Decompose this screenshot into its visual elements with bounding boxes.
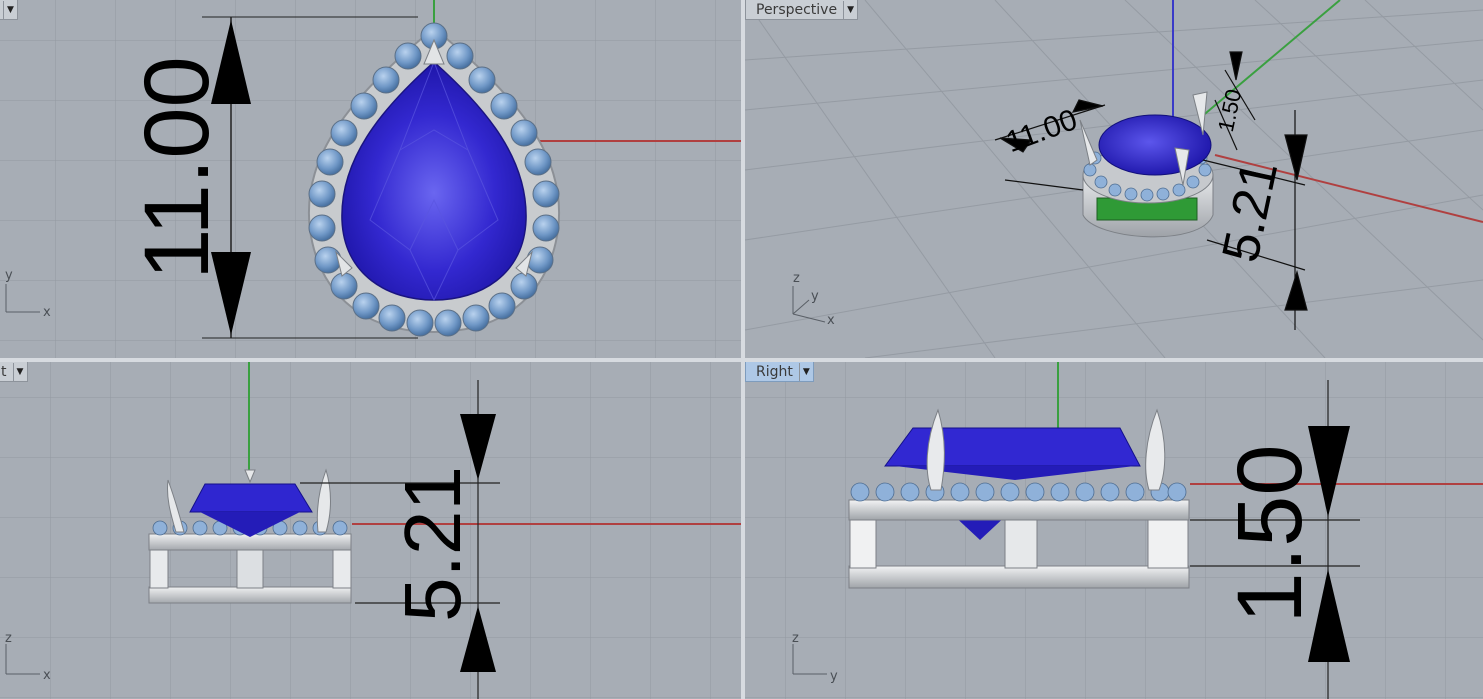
axis-x-label: x [827, 313, 835, 328]
viewport-tab-label: Perspective [756, 1, 838, 18]
right-view-scene: 1.50 z y [745, 362, 1483, 699]
dimension-text: 5.21 [388, 466, 477, 622]
viewport-tab-front[interactable]: t ▼ [0, 362, 28, 382]
chevron-down-icon[interactable]: ▼ [843, 0, 857, 19]
axis-y-label: y [811, 289, 819, 304]
viewport-tab-label: t [1, 363, 7, 380]
chevron-down-icon[interactable]: ▼ [3, 0, 17, 19]
viewport-perspective[interactable]: 11.00 5.21 1.50 z y x Perspective ▼ [745, 0, 1483, 358]
top-view-scene: 11.00 y x [0, 0, 741, 358]
dimension-text: 11.00 [126, 56, 228, 279]
viewport-tab-top[interactable]: ▼ [0, 0, 18, 20]
viewport-divider-vertical[interactable] [741, 0, 745, 699]
viewport-front[interactable]: 5.21 z x t ▼ [0, 362, 741, 699]
chevron-down-icon[interactable]: ▼ [12, 362, 27, 381]
axis-z-label: z [5, 631, 12, 646]
axis-z-label: z [793, 271, 800, 286]
axis-x-label: x [43, 305, 51, 320]
viewport-divider-horizontal[interactable] [0, 358, 1483, 362]
axis-z-label: z [792, 631, 799, 646]
viewport-tab-label: Right [756, 363, 793, 380]
axis-y-label: y [830, 669, 838, 684]
chevron-down-icon[interactable]: ▼ [798, 362, 813, 381]
front-view-scene: 5.21 z x [0, 362, 741, 699]
viewport-top[interactable]: 11.00 y x ▼ [0, 0, 741, 358]
axis-y-label: y [5, 268, 13, 283]
viewport-tab-perspective[interactable]: Perspective ▼ [745, 0, 859, 20]
perspective-view-scene: 11.00 5.21 1.50 z y x [745, 0, 1483, 358]
dimension-text: 1.50 [1219, 444, 1321, 623]
viewport-right[interactable]: 1.50 z y Right ▼ [745, 362, 1483, 699]
viewport-tab-right[interactable]: Right ▼ [745, 362, 814, 382]
axis-x-label: x [43, 668, 51, 683]
